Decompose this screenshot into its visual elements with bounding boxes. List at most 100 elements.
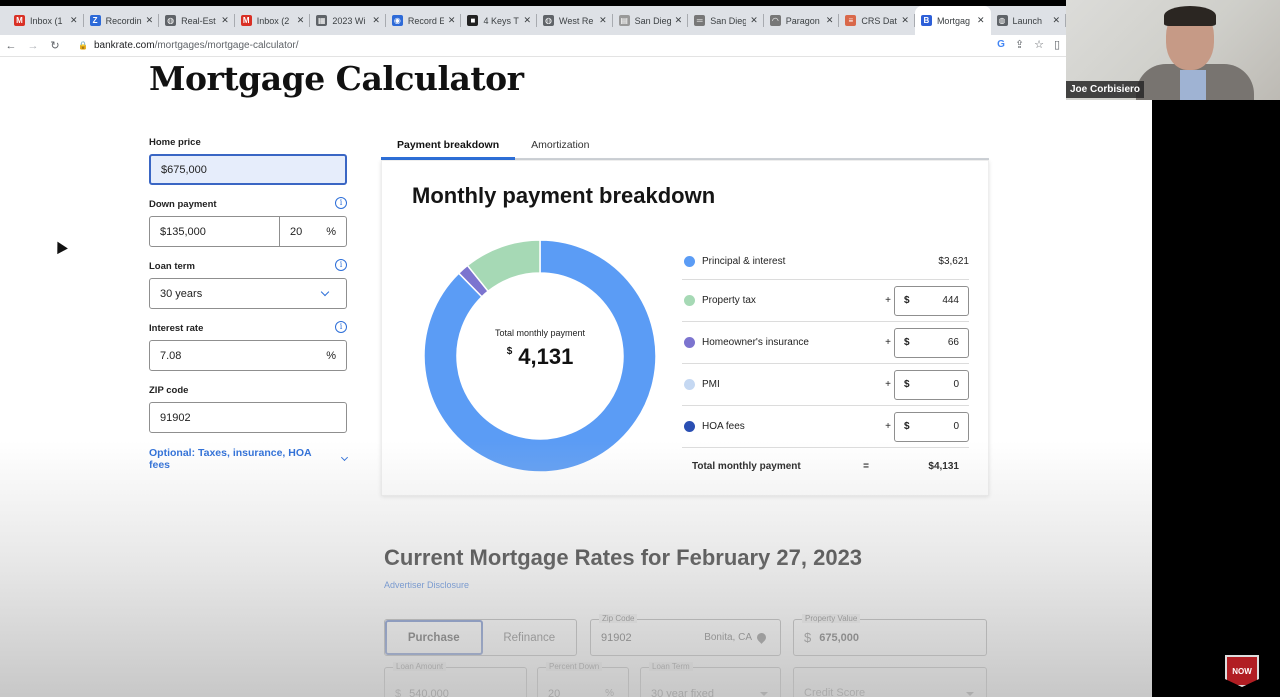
interest-rate-input[interactable]: 7.08% [149,340,347,371]
rates-zip-input[interactable]: Zip Code 91902 Bonita, CA [590,614,781,656]
percent-down-input[interactable]: Percent Down 20 % [537,662,629,697]
tab-title: Record E [407,15,444,26]
browser-tab[interactable]: ≡ CRS Dat ✕ [839,6,915,35]
down-payment-percent-input[interactable]: 20% [280,217,346,246]
tab-title: West Re [559,15,594,26]
property-value: 675,000 [819,631,859,644]
down-payment-input[interactable]: $135,000 [150,217,280,246]
down-payment-percent-value: 20 [290,225,303,238]
zip-field-label: Zip Code [599,614,638,623]
reload-icon[interactable]: ↻ [44,39,66,52]
browser-tab[interactable]: ◉ Record E ✕ [386,6,462,35]
close-tab-icon[interactable]: ✕ [297,15,305,26]
browser-tab[interactable]: ◍ Real-Est ✕ [159,6,235,35]
browser-tab[interactable]: ═ San Dieg ✕ [688,6,764,35]
zoom-icon: Z [89,15,101,26]
close-tab-icon[interactable]: ✕ [448,15,456,26]
currency-symbol: $ [904,421,910,432]
crs-icon: ≡ [845,15,857,26]
close-tab-icon[interactable]: ✕ [1053,15,1061,26]
close-tab-icon[interactable]: ✕ [599,15,607,26]
close-tab-icon[interactable]: ✕ [221,15,229,26]
close-tab-icon[interactable]: ✕ [750,15,758,26]
zip-code-input[interactable]: 91902 [149,402,347,433]
hoa-fees-input[interactable]: $0 [894,411,969,442]
dropdown-caret-icon [760,692,768,696]
legend-dot [684,256,695,267]
down-payment-value: $135,000 [160,225,206,238]
gmail-icon: M [240,15,252,26]
webcam-feed: Joe Corbisiero [1066,0,1280,100]
tab-title: Mortgag [936,15,970,26]
bookmark-star-icon[interactable]: ☆ [1034,38,1044,51]
close-tab-icon[interactable]: ✕ [826,15,834,26]
zip-code-value: 91902 [160,411,191,424]
subscribe-now-badge[interactable]: NOW [1225,655,1259,687]
forward-icon[interactable]: → [22,40,44,52]
property-value-input[interactable]: Property Value $ 675,000 [793,614,987,656]
close-tab-icon[interactable]: ✕ [70,15,78,26]
property-tax-input[interactable]: $444 [894,285,969,316]
browser-tab[interactable]: M Inbox (2 ✕ [235,6,311,35]
browser-tab[interactable]: ■ 4 Keys T ✕ [461,6,537,35]
browser-tab[interactable]: ◍ West Re ✕ [537,6,613,35]
browser-tab[interactable]: M Inbox (1 ✕ [8,6,84,35]
optional-costs-toggle[interactable]: Optional: Taxes, insurance, HOA fees [149,447,349,471]
back-icon[interactable]: ← [0,40,22,52]
loan-term-select[interactable]: 30 years [149,278,347,309]
close-tab-icon[interactable]: ✕ [146,15,154,26]
advertiser-disclosure-link[interactable]: Advertiser Disclosure [384,580,469,590]
browser-tab-strip: M Inbox (1 ✕ Z Recordin ✕ ◍ Real-Est ✕ M Inbox (2 ✕… [0,6,1066,35]
google-icon[interactable]: G [997,39,1005,50]
purchase-button[interactable]: Purchase [385,620,483,655]
subscribe-text: NOW [1232,666,1252,676]
side-panel-icon[interactable]: ▯ [1054,38,1060,51]
payment-breakdown-card: Monthly payment breakdown Total monthly … [381,160,989,496]
sdmls-icon: ▤ [618,15,630,26]
plus-sign: + [885,295,891,306]
url-path: /mortgages/mortgage-calculator/ [154,40,299,51]
rates-loan-term-select[interactable]: Loan Term 30 year fixed [640,662,781,697]
browser-tab[interactable]: ◍ Launch ✕ [991,6,1067,35]
pmi-input[interactable]: $0 [894,369,969,400]
browser-tab[interactable]: Z Recordin ✕ [84,6,160,35]
info-icon[interactable]: i [335,259,347,271]
browser-tab[interactable]: ▦ 2023 Wi ✕ [310,6,386,35]
tab-title: San Dieg [634,15,671,26]
close-tab-icon[interactable]: ✕ [675,15,683,26]
info-icon[interactable]: i [335,197,347,209]
refinance-button[interactable]: Refinance [483,620,577,655]
credit-score-select[interactable]: Credit Score [793,667,987,697]
close-tab-icon[interactable]: ✕ [977,15,985,26]
optional-costs-label: Optional: Taxes, insurance, HOA fees [149,447,312,471]
legend-label: PMI [702,379,720,390]
home-price-input[interactable]: $675,000 [149,154,347,185]
chevron-down-icon [320,287,330,297]
lock-icon: 🔒 [78,41,88,50]
loan-amount-input[interactable]: Loan Amount $ 540,000 [384,662,527,697]
legend-label: Property tax [702,295,756,306]
homeowners-insurance-input[interactable]: $66 [894,327,969,358]
loan-amount-value: 540,000 [409,687,449,697]
url-domain: bankrate.com [93,40,155,51]
share-icon[interactable]: ⇪ [1015,38,1024,51]
url-field[interactable]: 🔒 bankrate.com/mortgages/mortgage-calcul… [78,40,299,51]
calculator-form: Home price $675,000 Down payment i $135,… [149,137,349,471]
browser-tab[interactable]: ▤ San Dieg ✕ [613,6,689,35]
close-tab-icon[interactable]: ✕ [901,15,909,26]
tab-title: 4 Keys T [483,15,519,26]
plus-sign: + [885,337,891,348]
page-title: Mortgage Calculator [149,59,524,98]
info-icon[interactable]: i [335,321,347,333]
zip-field-value: 91902 [601,631,632,644]
browser-tab[interactable]: B Mortgag ✕ [914,6,991,35]
browser-tab[interactable]: ◠ Paragon ✕ [764,6,840,35]
tab-title: Inbox (1 [30,15,63,26]
calendar-icon: ▦ [316,15,328,26]
tab-payment-breakdown[interactable]: Payment breakdown [381,133,516,160]
percent-sign: % [605,688,614,697]
close-tab-icon[interactable]: ✕ [372,15,380,26]
close-tab-icon[interactable]: ✕ [524,15,532,26]
tab-amortization[interactable]: Amortization [515,133,605,160]
legend-dot [684,421,695,432]
